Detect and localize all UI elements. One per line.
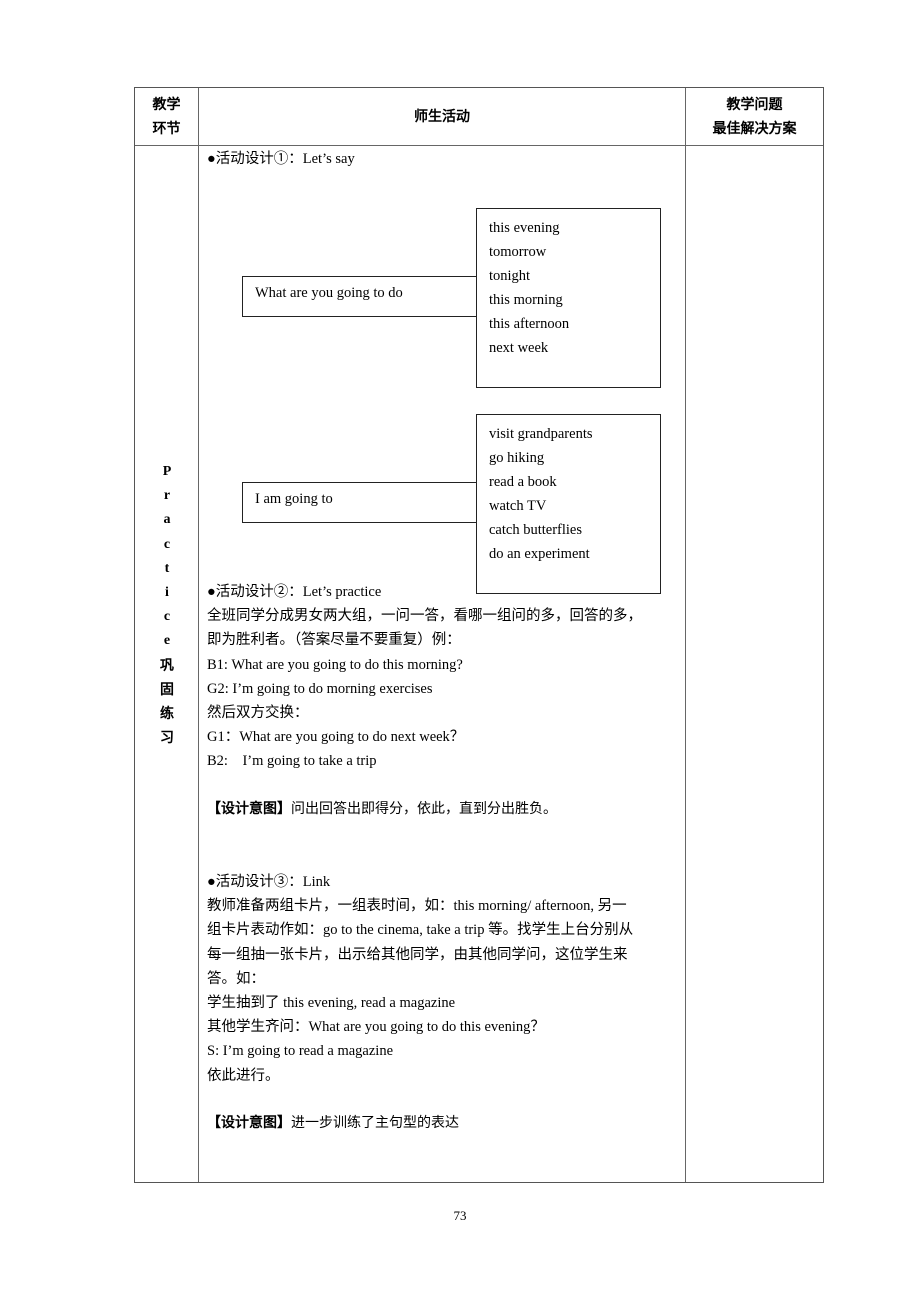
section-letter: c <box>163 609 171 625</box>
section-letter: i <box>165 585 169 601</box>
header-activities: 师生活动 <box>199 88 685 146</box>
header-text: 环节 <box>152 121 181 137</box>
header-text: 教学问题 <box>726 97 783 113</box>
activity2-block: ●活动设计②：Let’s practice 全班同学分成男女两大组，一问一答，看… <box>207 580 642 774</box>
activity-line: 其他学生齐问：What are you going to do this eve… <box>207 1019 545 1036</box>
intent-label: 【设计意图】 <box>207 801 291 817</box>
section-char: 练 <box>160 706 174 723</box>
section-letter: a <box>163 512 171 528</box>
section-letter: r <box>163 488 171 504</box>
diagram-option: tomorrow <box>489 244 547 260</box>
section-letter: P <box>162 464 172 479</box>
activity1-title: ●活动设计①：Let’s say <box>207 147 355 171</box>
activity-line: G1：What are you going to do next week？ <box>207 729 465 746</box>
activity-title-text: ●活动设计①：Let’s say <box>207 151 355 167</box>
header-solutions: 教学问题最佳解决方案 <box>686 88 823 146</box>
diagram-stem-text: What are you going to do <box>255 285 403 301</box>
diagram-option: this evening <box>489 220 560 236</box>
header-teaching-stage: 教学 环节 <box>135 88 198 146</box>
activity-line: G2: I’m going to do morning exercises <box>207 680 433 697</box>
diagram-option: next week <box>489 340 549 356</box>
diagram-option: watch TV <box>489 498 547 514</box>
diagram-option: this afternoon <box>489 316 570 332</box>
intent-text: 进一步训练了主句型的表达 <box>291 1115 459 1131</box>
diagram-option: visit grandparents <box>489 426 593 442</box>
intent-text: 问出回答出即得分，依此，直到分出胜负。 <box>291 801 557 817</box>
header-text: 师生活动 <box>414 109 470 125</box>
section-letter: e <box>163 633 171 649</box>
activity-line: 然后双方交换： <box>207 705 309 722</box>
activity-title-text: ●活动设计②：Let’s practice <box>207 584 382 600</box>
diagram2-stem-box: I am going to <box>242 482 479 523</box>
activity-line: 教师准备两组卡片，一组表时间，如：this morning/ afternoon… <box>207 898 627 915</box>
diagram-option: go hiking <box>489 450 545 466</box>
diagram-option: tonight <box>489 268 531 284</box>
section-letter: t <box>164 560 170 576</box>
activity-line: 学生抽到了 this evening, read a magazine <box>207 995 456 1012</box>
activity-line: 依此进行。 <box>207 1067 280 1084</box>
header-text: 教学 <box>152 97 181 113</box>
column-divider <box>685 88 686 1182</box>
page-number: 73 <box>453 1208 467 1223</box>
diagram-option: do an experiment <box>489 546 590 562</box>
diagram1-options-box: this evening tomorrow tonight this morni… <box>476 208 661 388</box>
activity3-block: ●活动设计③：Link 教师准备两组卡片，一组表时间，如：this mornin… <box>207 870 633 1088</box>
activity-title-text: ●活动设计③：Link <box>207 874 331 890</box>
diagram2-options-box: visit grandparents go hiking read a book… <box>476 414 661 594</box>
activity3-intent: 【设计意图】进一步训练了主句型的表达 <box>207 1111 459 1135</box>
activity2-intent: 【设计意图】问出回答出即得分，依此，直到分出胜负。 <box>207 797 557 821</box>
header-text: 最佳解决方案 <box>712 121 797 137</box>
diagram-option: read a book <box>489 474 557 490</box>
diagram-option: catch butterflies <box>489 522 582 538</box>
section-char: 习 <box>160 730 174 747</box>
activity-line: 组卡片表动作如：go to the cinema, take a trip 等。… <box>207 922 634 939</box>
activity-line: S: I’m going to read a magazine <box>207 1043 394 1060</box>
diagram-stem-text: I am going to <box>255 491 333 507</box>
activity-line: 每一组抽一张卡片，出示给其他同学，由其他同学问，这位学生来 <box>207 946 628 963</box>
intent-label: 【设计意图】 <box>207 1115 291 1131</box>
activity-line: 答。如： <box>207 970 265 987</box>
section-label-practice: P r a c t i c e 巩 固 练 习 <box>135 460 199 750</box>
activity-line: B1: What are you going to do this mornin… <box>207 656 463 673</box>
diagram-option: this morning <box>489 292 563 308</box>
section-char: 巩 <box>160 657 174 674</box>
activity-line: 全班同学分成男女两大组，一问一答，看哪一组问的多，回答的多， <box>207 608 642 625</box>
activity-line: 即为胜利者。（答案尽量不要重复）例： <box>207 632 461 649</box>
section-char: 固 <box>160 681 174 698</box>
activity-line: B2: I’m going to take a trip <box>207 753 377 770</box>
section-letter: c <box>163 536 171 552</box>
diagram1-stem-box: What are you going to do <box>242 276 479 317</box>
